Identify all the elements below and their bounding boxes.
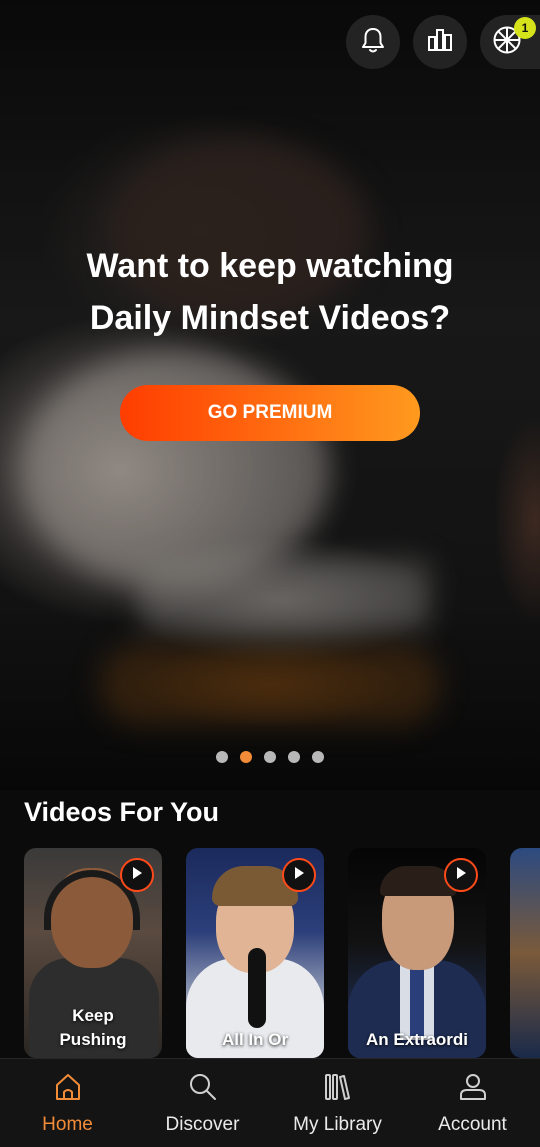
carousel-dot[interactable] xyxy=(288,751,300,763)
video-card[interactable] xyxy=(510,848,540,1058)
user-icon xyxy=(457,1071,489,1108)
thumbnail-figure xyxy=(248,948,266,1028)
nav-label: Account xyxy=(438,1113,507,1135)
carousel-indicator xyxy=(0,751,540,763)
play-button[interactable] xyxy=(282,858,316,892)
video-card[interactable]: Keep Pushing xyxy=(24,848,162,1058)
thumbnail-figure xyxy=(410,966,424,1036)
video-title: An Extraordi xyxy=(365,1030,469,1049)
video-title: All In Or xyxy=(221,1030,289,1049)
play-button[interactable] xyxy=(120,858,154,892)
nav-label: My Library xyxy=(293,1113,382,1135)
videos-carousel[interactable]: Keep Pushing All In Or An Extraordi xyxy=(24,848,540,1058)
play-icon xyxy=(454,866,468,885)
play-icon xyxy=(292,866,306,885)
header-actions: 1 xyxy=(346,15,540,69)
nav-label: Discover xyxy=(165,1113,240,1135)
library-icon xyxy=(322,1071,354,1108)
section-title: Videos For You xyxy=(24,797,220,827)
nav-account[interactable]: Account xyxy=(413,1071,533,1136)
carousel-dot[interactable] xyxy=(216,751,228,763)
hero-title-line: Want to keep watching xyxy=(86,247,454,285)
nav-home[interactable]: Home xyxy=(8,1071,128,1136)
search-icon xyxy=(187,1071,219,1108)
nav-discover[interactable]: Discover xyxy=(143,1071,263,1136)
carousel-dot[interactable] xyxy=(264,751,276,763)
hero-title-line: Daily Mindset Videos? xyxy=(89,299,451,337)
bar-chart-icon xyxy=(426,27,454,58)
play-icon xyxy=(130,866,144,885)
wheel-button[interactable]: 1 xyxy=(480,15,540,69)
hero-title: Want to keep watching Daily Mindset Vide… xyxy=(0,240,540,344)
notification-badge: 1 xyxy=(514,17,536,39)
nav-label: Home xyxy=(42,1113,93,1135)
play-button[interactable] xyxy=(444,858,478,892)
nav-my-library[interactable]: My Library xyxy=(278,1071,398,1136)
video-card[interactable]: All In Or xyxy=(186,848,324,1058)
stats-button[interactable] xyxy=(413,15,467,69)
carousel-dot[interactable] xyxy=(312,751,324,763)
bell-icon xyxy=(360,26,386,59)
home-icon xyxy=(52,1071,84,1108)
bottom-navigation: Home Discover My Library Account xyxy=(0,1058,540,1147)
go-premium-button[interactable]: GO PREMIUM xyxy=(120,385,420,441)
carousel-dot-active[interactable] xyxy=(240,751,252,763)
hero-banner: 1 Want to keep watching Daily Mindset Vi… xyxy=(0,0,540,790)
video-title: Keep Pushing xyxy=(59,1006,127,1049)
notifications-button[interactable] xyxy=(346,15,400,69)
video-card[interactable]: An Extraordi xyxy=(348,848,486,1058)
